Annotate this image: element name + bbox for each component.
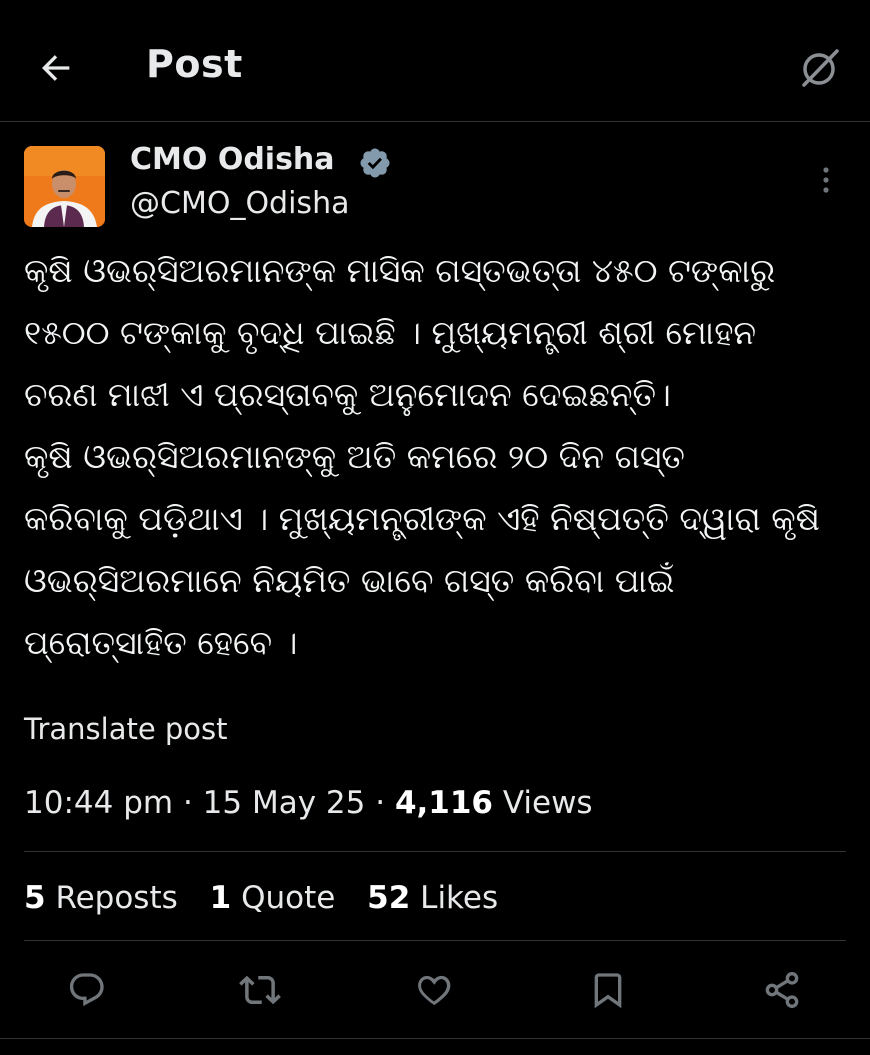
author-handle[interactable]: @CMO_Odisha — [130, 186, 349, 221]
post-time[interactable]: 10:44 pm — [24, 785, 173, 821]
quotes-stat[interactable]: 1 Quote — [210, 880, 336, 916]
action-bar — [0, 960, 870, 1020]
bookmark-button[interactable] — [586, 968, 630, 1012]
page-title: Post — [146, 42, 243, 86]
verified-badge-icon — [360, 148, 390, 178]
back-button[interactable] — [28, 40, 84, 96]
repost-button[interactable] — [238, 968, 282, 1012]
translate-post-link[interactable]: Translate post — [24, 712, 228, 746]
post-text: କୃଷି ଓଭର୍‌ସିଅରମାନଙ୍କ ମାସିକ ଗସ୍ତଭତ୍ତା ୪୫୦… — [24, 251, 820, 662]
top-bar: Post — [0, 0, 870, 122]
grok-button[interactable] — [792, 40, 848, 96]
meta-separator: · — [375, 785, 386, 821]
like-button[interactable] — [412, 968, 456, 1012]
avatar-portrait — [24, 146, 105, 227]
engagement-stats: 5 Reposts 1 Quote 52 Likes — [24, 880, 520, 916]
repost-icon — [239, 975, 281, 1005]
grok-icon — [802, 49, 839, 87]
likes-label: Likes — [420, 880, 499, 916]
author-name[interactable]: CMO Odisha — [130, 142, 335, 177]
likes-count: 52 — [367, 880, 411, 916]
reply-icon — [69, 973, 104, 1007]
more-options-button[interactable] — [806, 160, 846, 200]
views-count: 4,116 — [394, 785, 493, 821]
reposts-stat[interactable]: 5 Reposts — [24, 880, 178, 916]
divider — [0, 1038, 870, 1039]
share-icon — [765, 972, 799, 1009]
reply-button[interactable] — [65, 968, 109, 1012]
share-button[interactable] — [760, 968, 804, 1012]
more-vertical-icon — [823, 167, 829, 193]
avatar[interactable] — [24, 146, 105, 227]
divider — [24, 851, 846, 852]
meta-separator: · — [182, 785, 193, 821]
arrow-left-icon — [42, 55, 70, 81]
bookmark-icon — [594, 973, 622, 1009]
like-icon — [418, 975, 451, 1006]
post-meta: 10:44 pm · 15 May 25 · 4,116 Views — [24, 785, 593, 821]
quotes-count: 1 — [209, 880, 232, 916]
divider — [24, 940, 846, 941]
reposts-count: 5 — [24, 880, 46, 916]
post-date[interactable]: 15 May 25 — [203, 785, 366, 821]
views-label: Views — [502, 785, 593, 821]
quotes-label: Quote — [241, 880, 336, 916]
reposts-label: Reposts — [55, 880, 178, 916]
likes-stat[interactable]: 52 Likes — [367, 880, 498, 916]
